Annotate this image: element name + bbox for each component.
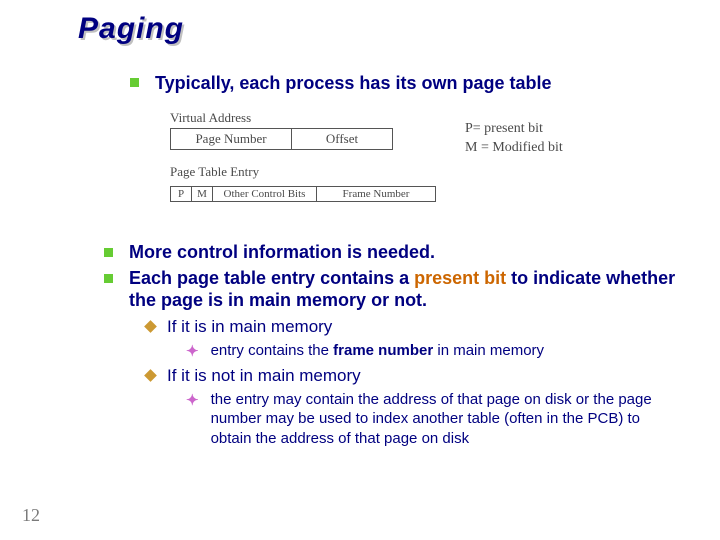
va-cell-offset: Offset <box>292 129 393 150</box>
diagram-legend: P= present bit M = Modified bit <box>465 120 563 158</box>
va-cell-page-number: Page Number <box>171 129 292 150</box>
page-number: 12 <box>22 505 40 526</box>
bullet-present-bit-text: Each page table entry contains a present… <box>129 268 684 312</box>
s2a-pre: entry contains the <box>211 342 334 359</box>
slide-title: Paging <box>78 12 184 46</box>
legend-m: M = Modified bit <box>465 139 563 158</box>
pte-table: P M Other Control Bits Frame Number <box>170 186 436 202</box>
pte-cell-p: P <box>171 187 192 202</box>
bullet-more-control: More control information is needed. <box>104 242 684 264</box>
slide: Paging Typically, each process has its o… <box>0 0 720 540</box>
bullet-top-row: Typically, each process has its own page… <box>130 72 680 95</box>
arrow-bullet-icon: ✦ <box>186 393 199 408</box>
b2-pre: Each page table entry contains a <box>129 268 414 288</box>
bullet-more-control-text: More control information is needed. <box>129 242 435 264</box>
bullet-top: Typically, each process has its own page… <box>130 72 680 95</box>
bullet-top-text: Typically, each process has its own page… <box>155 72 551 95</box>
subsub-frame-text: entry contains the frame number in main … <box>211 341 544 361</box>
pte-cell-ocb: Other Control Bits <box>213 187 317 202</box>
pte-cell-frame: Frame Number <box>317 187 436 202</box>
sub-bullet-in-memory: If it is in main memory <box>146 316 684 337</box>
subsub-bullet-frame-number: ✦ entry contains the frame number in mai… <box>186 341 684 361</box>
sub-bullet-not-in-memory-text: If it is not in main memory <box>167 365 361 386</box>
bullet-present-bit: Each page table entry contains a present… <box>104 268 684 312</box>
square-bullet-icon <box>104 274 113 283</box>
arrow-bullet-icon: ✦ <box>186 344 199 359</box>
s2a-post: in main memory <box>433 342 544 359</box>
subsub-bullet-disk-address: ✦ the entry may contain the address of t… <box>186 390 684 449</box>
sub-bullet-in-memory-text: If it is in main memory <box>167 316 332 337</box>
b2-accent: present bit <box>414 268 506 288</box>
square-bullet-icon <box>104 248 113 257</box>
subsub-disk-text: the entry may contain the address of tha… <box>211 390 684 449</box>
sub-bullet-not-in-memory: If it is not in main memory <box>146 365 684 386</box>
va-table: Page Number Offset <box>170 128 393 150</box>
s2a-bold: frame number <box>333 342 433 359</box>
pte-cell-m: M <box>192 187 213 202</box>
body-bullets: More control information is needed. Each… <box>104 242 684 452</box>
square-bullet-icon <box>130 78 139 87</box>
diamond-bullet-icon <box>144 320 157 333</box>
legend-p: P= present bit <box>465 120 563 139</box>
pte-caption: Page Table Entry <box>170 164 590 180</box>
diamond-bullet-icon <box>144 369 157 382</box>
